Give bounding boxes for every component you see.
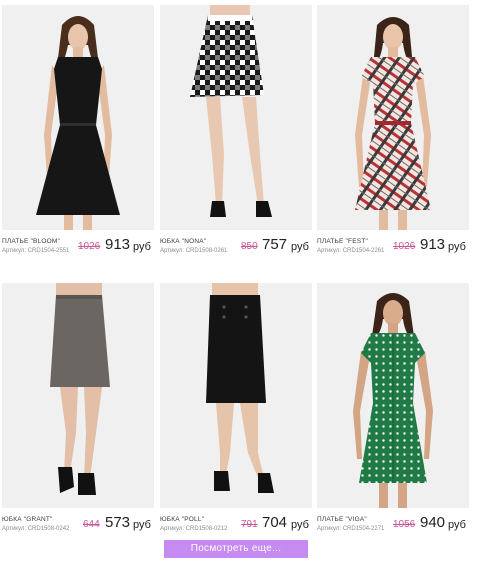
product-photo[interactable] <box>160 5 312 230</box>
price-currency: руб <box>448 519 466 531</box>
product-photo[interactable] <box>317 283 469 508</box>
black-dress-photo <box>2 5 154 230</box>
current-price: 704 <box>262 514 288 531</box>
product-grid: ПЛАТЬЕ "BLOOM" Артикул: CRD1504-2551 102… <box>0 0 479 565</box>
product-photo[interactable] <box>2 283 154 508</box>
current-price: 573 <box>105 514 131 531</box>
product-photo[interactable] <box>317 5 469 230</box>
product-card[interactable]: ЮБКА "GRANT" Артикул: CRD1508-0242 644 5… <box>2 283 154 558</box>
old-price: 791 <box>241 519 258 530</box>
old-price: 850 <box>241 241 258 252</box>
product-card[interactable]: ПЛАТЬЕ "VIGA" Артикул: CRD1504-2271 1056… <box>317 283 469 558</box>
product-card[interactable]: ПЛАТЬЕ "BLOOM" Артикул: CRD1504-2551 102… <box>2 5 154 280</box>
old-price: 1026 <box>393 241 416 252</box>
plaid-dress-photo <box>317 5 469 230</box>
current-price: 757 <box>262 236 288 253</box>
product-photo[interactable] <box>2 5 154 230</box>
current-price: 940 <box>420 514 446 531</box>
product-card[interactable]: ЮБКА "POLL" Артикул: CRD1508-0212 791 70… <box>160 283 312 558</box>
old-price: 1026 <box>78 241 101 252</box>
product-card[interactable]: ЮБКА "NONA" Артикул: CRD1508-0261 850 75… <box>160 5 312 280</box>
product-card[interactable]: ПЛАТЬЕ "FEST" Артикул: CRD1504-2261 1026… <box>317 5 469 280</box>
current-price: 913 <box>420 236 446 253</box>
black-skirt-photo <box>160 283 312 508</box>
grey-skirt-photo <box>2 283 154 508</box>
product-name[interactable]: ЮБКА "POLL" <box>160 516 312 523</box>
price-currency: руб <box>291 519 309 531</box>
old-price: 1056 <box>393 519 416 530</box>
product-name[interactable]: ЮБКА "NONA" <box>160 238 312 245</box>
current-price: 913 <box>105 236 131 253</box>
price-currency: руб <box>133 519 151 531</box>
checked-skirt-photo <box>160 5 312 230</box>
product-photo[interactable] <box>160 283 312 508</box>
green-polka-dress-photo <box>317 283 469 508</box>
old-price: 644 <box>83 519 100 530</box>
price-currency: руб <box>448 241 466 253</box>
price-currency: руб <box>291 241 309 253</box>
show-more-button[interactable]: Посмотреть еще... <box>164 540 308 558</box>
price-currency: руб <box>133 241 151 253</box>
product-name[interactable]: ЮБКА "GRANT" <box>2 516 154 523</box>
